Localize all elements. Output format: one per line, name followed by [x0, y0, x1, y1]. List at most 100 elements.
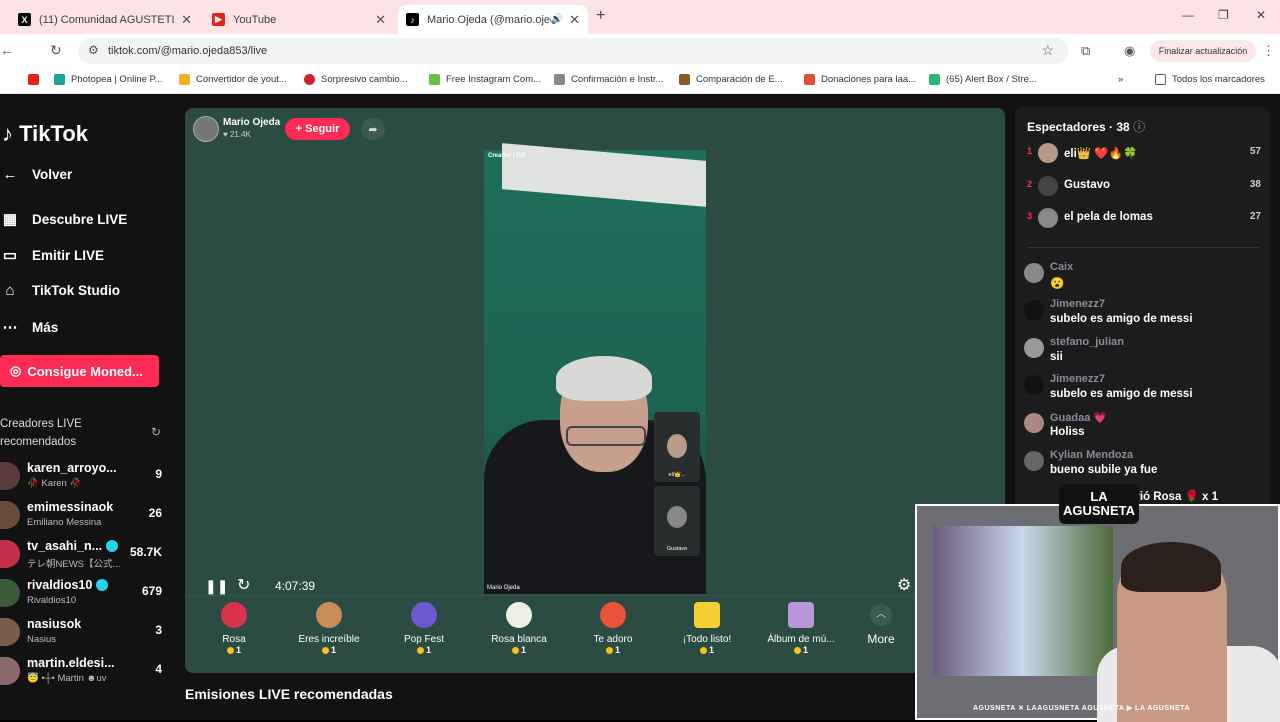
avatar — [0, 462, 20, 490]
viewers-heading[interactable]: Espectadores · 38 ⓘ — [1027, 118, 1145, 135]
creator-item[interactable]: karen_arroyo... 🥀 Karen 🥀 9 — [0, 459, 168, 495]
share-icon[interactable]: ➦ — [361, 118, 385, 140]
heart-gift-icon — [600, 602, 626, 628]
speaker-icon[interactable]: 🔊 — [551, 14, 563, 25]
bookmark-item[interactable]: (65) Alert Box / Stre... — [929, 74, 1037, 85]
bookmark-item[interactable]: Sorpresivo cambio... — [304, 74, 408, 85]
creator-subtitle: Rivaldios10 — [27, 595, 77, 606]
guest-tile[interactable]: Gustavo — [654, 486, 700, 556]
creator-name: martin.eldesi... — [27, 656, 115, 670]
address-bar-row: ← ↻ ⚙ tiktok.com/@mario.ojeda853/live ☆ … — [0, 34, 1280, 68]
gift-item[interactable]: Eres increíble 1 — [284, 602, 374, 655]
tiktok-icon: ♪ — [406, 13, 419, 26]
host-info[interactable]: Mario Ojeda ♥ 21.4K — [193, 116, 280, 142]
avatar — [1038, 208, 1058, 228]
extensions-icon[interactable]: ⧉ — [1081, 43, 1090, 59]
streamer-hair — [556, 356, 652, 401]
pause-icon[interactable]: ❚❚ — [205, 578, 228, 595]
more-bookmarks-icon[interactable]: » — [1118, 74, 1123, 85]
tab-youtube[interactable]: ▶ YouTube ✕ — [204, 5, 394, 34]
guest-name: Gustavo — [666, 546, 688, 552]
viewer-count: 26 — [148, 506, 162, 520]
gift-item[interactable]: Rosa 1 — [189, 602, 279, 655]
update-button[interactable]: Finalizar actualización — [1150, 40, 1256, 62]
avatar — [1024, 413, 1044, 433]
url-text[interactable]: tiktok.com/@mario.ojeda853/live — [108, 45, 267, 57]
sidebar-item-go-live[interactable]: ▭ Emitir LIVE — [0, 246, 104, 264]
guest-avatar — [667, 434, 687, 458]
bookmark-item[interactable]: Confirmación e Instr... — [554, 74, 663, 85]
maximize-icon[interactable]: ❐ — [1218, 8, 1229, 22]
creator-subtitle: 🥀 Karen 🥀 — [27, 478, 82, 489]
follow-button[interactable]: + Seguir — [285, 118, 350, 140]
gift-item[interactable]: Pop Fest 1 — [379, 602, 469, 655]
arrow-left-icon: ← — [2, 166, 18, 183]
bookmark-item[interactable]: Comparación de E... — [679, 74, 783, 85]
info-icon[interactable]: ⓘ — [1133, 120, 1145, 134]
live-video[interactable]: Creador LIVE eli👑... Gustavo Mario Ojeda — [484, 143, 706, 594]
bookmark-youtube-icon[interactable] — [28, 74, 45, 85]
recommended-lives-heading: Emisiones LIVE recomendadas — [185, 686, 393, 702]
cat-gift-icon — [316, 602, 342, 628]
channel-logo: LA AGUSNETA — [1059, 484, 1139, 524]
creator-item[interactable]: rivaldios10 Rivaldios10 679 — [0, 576, 168, 612]
creator-item[interactable]: martin.eldesi... 😇 •┼• Martin ☻uv 4 — [0, 654, 168, 690]
bookmark-item[interactable]: Photopea | Online P... — [54, 74, 163, 85]
avatar — [1024, 375, 1044, 395]
close-tab-icon[interactable]: ✕ — [569, 12, 580, 28]
ranking-row[interactable]: 3 el pela de lomas 27 — [1027, 207, 1263, 231]
stream-time: 4:07:39 — [275, 579, 316, 593]
streamer-cam-overlay: LA AGUSNETA AGUSNETA ✕ LAAGUSNETA AGUSNE… — [915, 484, 1280, 722]
site-settings-icon[interactable]: ⚙ — [88, 43, 99, 57]
tab-tiktok-live[interactable]: ♪ Mario Ojeda (@mario.ojeda 🔊 ✕ — [398, 5, 588, 34]
guest-tile[interactable]: eli👑... — [654, 412, 700, 482]
close-tab-icon[interactable]: ✕ — [375, 12, 386, 28]
creator-item[interactable]: tv_asahi_n... テレ朝NEWS【公式... 58.7K — [0, 537, 168, 573]
back-link[interactable]: ← Volver — [0, 166, 73, 183]
sidebar-item-discover-live[interactable]: ▦ Descubre LIVE — [0, 210, 127, 228]
minimize-icon[interactable]: — — [1182, 8, 1194, 22]
viewer-count: 9 — [155, 467, 162, 481]
creator-item[interactable]: emimessinaok Emiliano Messina 26 — [0, 498, 168, 534]
bookmark-item[interactable]: Free Instagram Com... — [429, 74, 541, 85]
menu-icon[interactable]: ⋮ — [1262, 43, 1275, 59]
reload-icon[interactable]: ↻ — [50, 42, 62, 59]
sidebar-item-studio[interactable]: ⌂ TikTok Studio — [0, 282, 120, 299]
tab-title: (11) Comunidad AGUSTETISMO — [39, 13, 175, 26]
gift-item[interactable]: ¡Todo listo! 1 — [662, 602, 752, 655]
tab-title: Mario Ojeda (@mario.ojeda — [427, 13, 551, 26]
all-bookmarks[interactable]: Todos los marcadores — [1155, 74, 1265, 85]
host-avatar[interactable] — [193, 116, 219, 142]
omnibox[interactable]: ⚙ tiktok.com/@mario.ojeda853/live ☆ — [78, 38, 1068, 64]
tiktok-logo[interactable]: ♪ TikTok — [2, 121, 88, 147]
get-coins-button[interactable]: ◎ Consigue Moned... — [0, 355, 159, 387]
bookmark-item[interactable]: Donaciones para laa... — [804, 74, 916, 85]
refresh-stream-icon[interactable]: ↻ — [237, 575, 250, 595]
bookmark-item[interactable]: Convertidor de yout... — [179, 74, 287, 85]
creator-item[interactable]: nasiusok Nasius 3 — [0, 615, 168, 651]
new-tab-icon[interactable]: + — [596, 7, 605, 25]
refresh-icon[interactable]: ↻ — [151, 425, 161, 439]
close-window-icon[interactable]: ✕ — [1256, 8, 1266, 22]
ranking-row[interactable]: 2 Gustavo 38 — [1027, 175, 1263, 199]
more-gifts-button[interactable]: ︿ More — [861, 604, 901, 646]
ranking-row[interactable]: 1 eli👑 ❤️🔥🍀 57 — [1027, 142, 1263, 166]
bookmark-star-icon[interactable]: ☆ — [1041, 42, 1054, 59]
gift-item[interactable]: Rosa blanca 1 — [474, 602, 564, 655]
settings-icon[interactable]: ⚙ — [897, 575, 911, 595]
avatar — [0, 579, 20, 607]
x-logo-icon: X — [18, 13, 31, 26]
home-icon: ⌂ — [5, 282, 15, 299]
back-icon[interactable]: ← — [0, 42, 14, 58]
close-tab-icon[interactable]: ✕ — [181, 12, 192, 28]
live-player[interactable]: Mario Ojeda ♥ 21.4K + Seguir ➦ Creador LI… — [185, 108, 1005, 673]
creator-name: tv_asahi_n... — [27, 539, 119, 553]
host-name: Mario Ojeda — [223, 117, 281, 128]
youtube-icon: ▶ — [212, 13, 225, 26]
gift-item[interactable]: Álbum de mú... 1 — [756, 602, 846, 655]
profile-icon[interactable]: ◉ — [1124, 43, 1135, 59]
tab-x-community[interactable]: X (11) Comunidad AGUSTETISMO ✕ — [10, 5, 200, 34]
guest-avatar — [667, 506, 687, 528]
sidebar-item-more[interactable]: ⋯ Más — [0, 318, 59, 336]
gift-item[interactable]: Te adoro 1 — [568, 602, 658, 655]
